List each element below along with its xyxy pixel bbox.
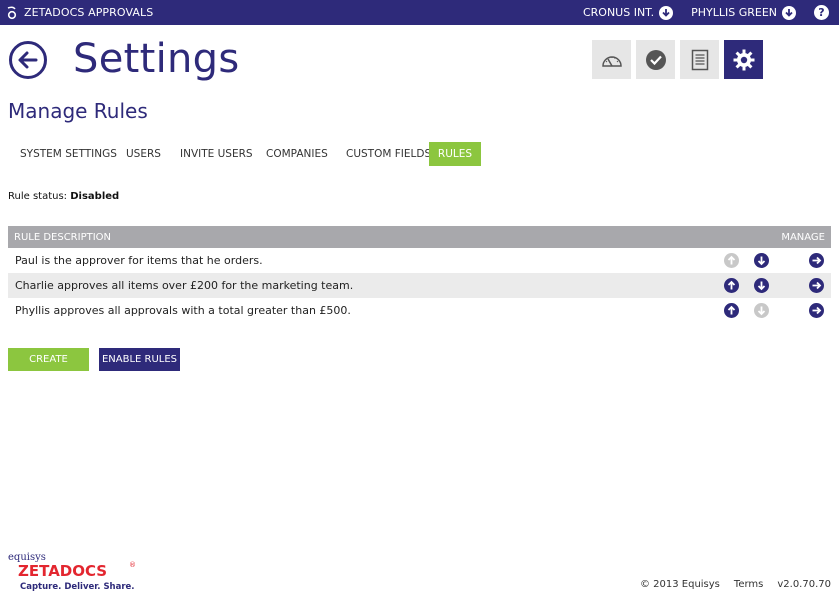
move-up-icon xyxy=(724,253,739,268)
table-header: RULE DESCRIPTION MANAGE xyxy=(8,226,831,248)
zetadocs-logo-icon xyxy=(7,5,17,19)
page-title: Settings xyxy=(73,36,240,82)
back-arrow-icon xyxy=(18,51,38,69)
column-manage: MANAGE xyxy=(781,231,825,243)
move-down-icon[interactable] xyxy=(754,253,769,268)
rule-status: Rule status: Disabled xyxy=(8,191,119,202)
table-row: Charlie approves all items over £200 for… xyxy=(8,273,831,298)
dashboard-tile[interactable] xyxy=(592,40,631,79)
zetadocs-logo: equisys ZETADOCS ® Capture. Deliver. Sha… xyxy=(8,552,136,592)
company-name: CRONUS INT. xyxy=(582,6,655,19)
settings-tile[interactable] xyxy=(724,40,763,79)
table-row: Phyllis approves all approvals with a to… xyxy=(8,298,831,323)
tab-system-settings[interactable]: SYSTEM SETTINGS xyxy=(8,142,117,166)
move-down-icon xyxy=(754,303,769,318)
rule-status-label: Rule status: xyxy=(8,191,68,202)
app-name: ZETADOCS APPROVALS xyxy=(24,6,154,19)
settings-gear-icon xyxy=(733,49,754,70)
rule-description: Paul is the approver for items that he o… xyxy=(15,254,263,267)
nav-tiles xyxy=(592,40,763,79)
document-list-icon xyxy=(691,49,708,70)
table-row: Paul is the approver for items that he o… xyxy=(8,248,831,273)
company-menu[interactable]: CRONUS INT. xyxy=(582,5,674,20)
approvals-tile[interactable] xyxy=(636,40,675,79)
logo-tagline: Capture. Deliver. Share. xyxy=(20,582,135,592)
user-menu[interactable]: PHYLLIS GREEN xyxy=(691,5,796,20)
rule-description: Phyllis approves all approvals with a to… xyxy=(15,304,351,317)
column-rule-description: RULE DESCRIPTION xyxy=(14,231,112,243)
tab-invite-users[interactable]: INVITE USERS xyxy=(168,142,254,166)
terms-link[interactable]: Terms xyxy=(734,579,763,590)
tab-companies[interactable]: COMPANIES xyxy=(254,142,334,166)
user-name: PHYLLIS GREEN xyxy=(691,6,777,19)
chevron-down-icon xyxy=(659,5,674,20)
move-down-icon[interactable] xyxy=(754,278,769,293)
copyright: © 2013 Equisys xyxy=(639,579,720,590)
enable-rules-button[interactable]: ENABLE RULES xyxy=(99,348,180,371)
dashboard-gauge-icon xyxy=(601,55,622,67)
version: v2.0.70.70 xyxy=(777,579,831,590)
rule-status-value: Disabled xyxy=(70,191,120,202)
top-bar: ZETADOCS APPROVALS CRONUS INT. PHYLLIS G… xyxy=(0,0,839,25)
move-up-icon[interactable] xyxy=(724,278,739,293)
manage-rule-arrow-icon[interactable] xyxy=(809,278,824,293)
approve-check-icon xyxy=(645,49,666,70)
manage-rule-arrow-icon[interactable] xyxy=(809,253,824,268)
move-up-icon[interactable] xyxy=(724,303,739,318)
tab-custom-fields[interactable]: CUSTOM FIELDS xyxy=(334,142,431,166)
rules-table: RULE DESCRIPTION MANAGE Paul is the appr… xyxy=(8,226,831,323)
logo-product: ZETADOCS xyxy=(18,562,107,580)
chevron-down-icon xyxy=(782,5,796,20)
help-icon[interactable]: ? xyxy=(814,5,829,20)
documents-tile[interactable] xyxy=(680,40,719,79)
rule-description: Charlie approves all items over £200 for… xyxy=(15,279,354,292)
tab-rules[interactable]: RULES xyxy=(429,142,481,166)
app-title[interactable]: ZETADOCS APPROVALS xyxy=(6,0,153,25)
footer: © 2013 Equisys Terms v2.0.70.70 xyxy=(640,579,831,590)
create-button[interactable]: CREATE xyxy=(8,348,89,371)
settings-tabs: SYSTEM SETTINGS USERS INVITE USERS COMPA… xyxy=(8,142,481,166)
manage-rule-arrow-icon[interactable] xyxy=(809,303,824,318)
section-title: Manage Rules xyxy=(8,99,148,123)
logo-registered: ® xyxy=(129,561,136,569)
tab-users[interactable]: USERS xyxy=(114,142,168,166)
back-button[interactable] xyxy=(9,41,47,79)
